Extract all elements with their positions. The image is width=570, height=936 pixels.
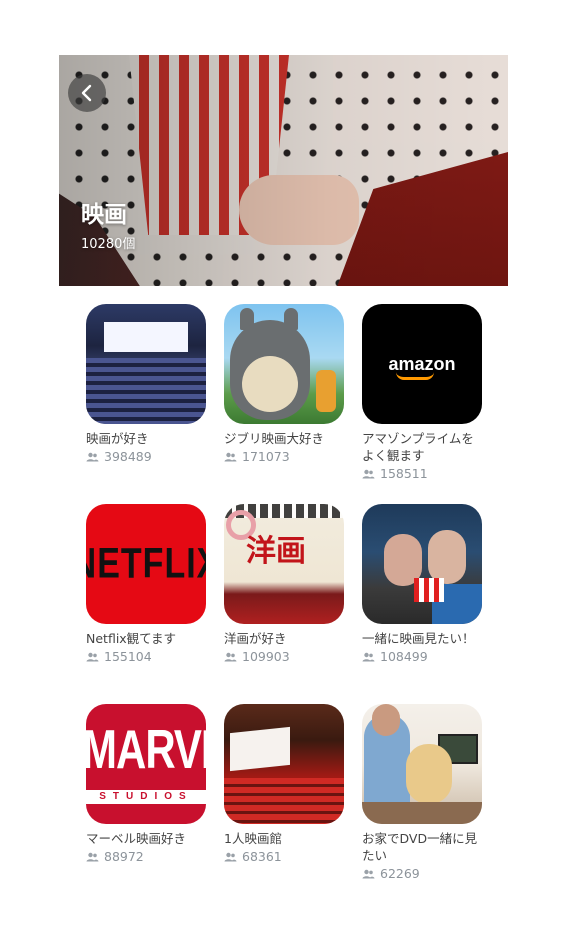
people-icon xyxy=(224,652,237,661)
community-title: 1人映画館 xyxy=(224,831,282,846)
people-icon xyxy=(86,852,99,861)
community-thumbnail: MARVEL STUDIOS xyxy=(86,704,206,824)
category-title: 映画 xyxy=(81,202,127,228)
member-count: 155104 xyxy=(86,649,208,664)
community-card[interactable]: NETFLIX Netflix観てます 155104 xyxy=(86,504,208,664)
member-count-value: 398489 xyxy=(104,449,152,464)
category-hero-banner: 映画 10280個 xyxy=(59,55,508,286)
people-icon xyxy=(86,452,99,461)
community-title: 映画が好き xyxy=(86,431,149,446)
yoga-title-art: 洋画 xyxy=(246,534,306,569)
community-title: アマゾンプライムをよく観ます xyxy=(362,431,474,463)
community-title: マーベル映画好き xyxy=(86,831,187,846)
member-count: 68361 xyxy=(224,849,346,864)
community-thumbnail: 洋画 xyxy=(224,504,344,624)
community-card[interactable]: お家でDVD一緒に見たい 62269 xyxy=(362,704,484,881)
member-count-value: 158511 xyxy=(380,466,428,481)
community-title: ジブリ映画大好き xyxy=(224,431,325,446)
people-icon xyxy=(86,652,99,661)
community-card[interactable]: 一緒に映画見たい！ 108499 xyxy=(362,504,484,664)
community-card[interactable]: 洋画 洋画が好き 109903 xyxy=(224,504,346,664)
member-count-value: 68361 xyxy=(242,849,282,864)
community-thumbnail xyxy=(224,704,344,824)
community-title: 洋画が好き xyxy=(224,631,287,646)
community-thumbnail xyxy=(362,704,482,824)
people-icon xyxy=(224,852,237,861)
back-button[interactable] xyxy=(68,74,106,112)
community-title: お家でDVD一緒に見たい xyxy=(362,831,478,863)
member-count: 158511 xyxy=(362,466,484,481)
marvel-logo: MARVEL xyxy=(86,718,206,780)
member-count: 108499 xyxy=(362,649,484,664)
community-thumbnail: NETFLIX xyxy=(86,504,206,624)
member-count-value: 62269 xyxy=(380,866,420,881)
member-count: 62269 xyxy=(362,866,484,881)
community-card[interactable]: amazon アマゾンプライムをよく観ます 158511 xyxy=(362,304,484,481)
community-card[interactable]: ジブリ映画大好き 171073 xyxy=(224,304,346,464)
people-icon xyxy=(362,652,375,661)
community-title: Netflix観てます xyxy=(86,631,177,646)
community-card[interactable]: 1人映画館 68361 xyxy=(224,704,346,864)
people-icon xyxy=(362,469,375,478)
community-thumbnail xyxy=(86,304,206,424)
member-count-value: 109903 xyxy=(242,649,290,664)
category-count: 10280個 xyxy=(81,237,136,252)
member-count-value: 88972 xyxy=(104,849,144,864)
people-icon xyxy=(224,452,237,461)
member-count: 109903 xyxy=(224,649,346,664)
member-count-value: 171073 xyxy=(242,449,290,464)
people-icon xyxy=(362,869,375,878)
community-thumbnail xyxy=(362,504,482,624)
community-card[interactable]: MARVEL STUDIOS マーベル映画好き 88972 xyxy=(86,704,208,864)
community-title: 一緒に映画見たい！ xyxy=(362,631,475,646)
netflix-logo: NETFLIX xyxy=(86,539,206,588)
member-count: 171073 xyxy=(224,449,346,464)
community-card[interactable]: 映画が好き 398489 xyxy=(86,304,208,464)
community-thumbnail: amazon xyxy=(362,304,482,424)
marvel-studios-strip: STUDIOS xyxy=(86,790,206,804)
member-count-value: 155104 xyxy=(104,649,152,664)
chevron-left-icon xyxy=(81,84,92,102)
community-thumbnail xyxy=(224,304,344,424)
amazon-logo: amazon xyxy=(388,354,456,380)
member-count: 398489 xyxy=(86,449,208,464)
member-count-value: 108499 xyxy=(380,649,428,664)
member-count: 88972 xyxy=(86,849,208,864)
